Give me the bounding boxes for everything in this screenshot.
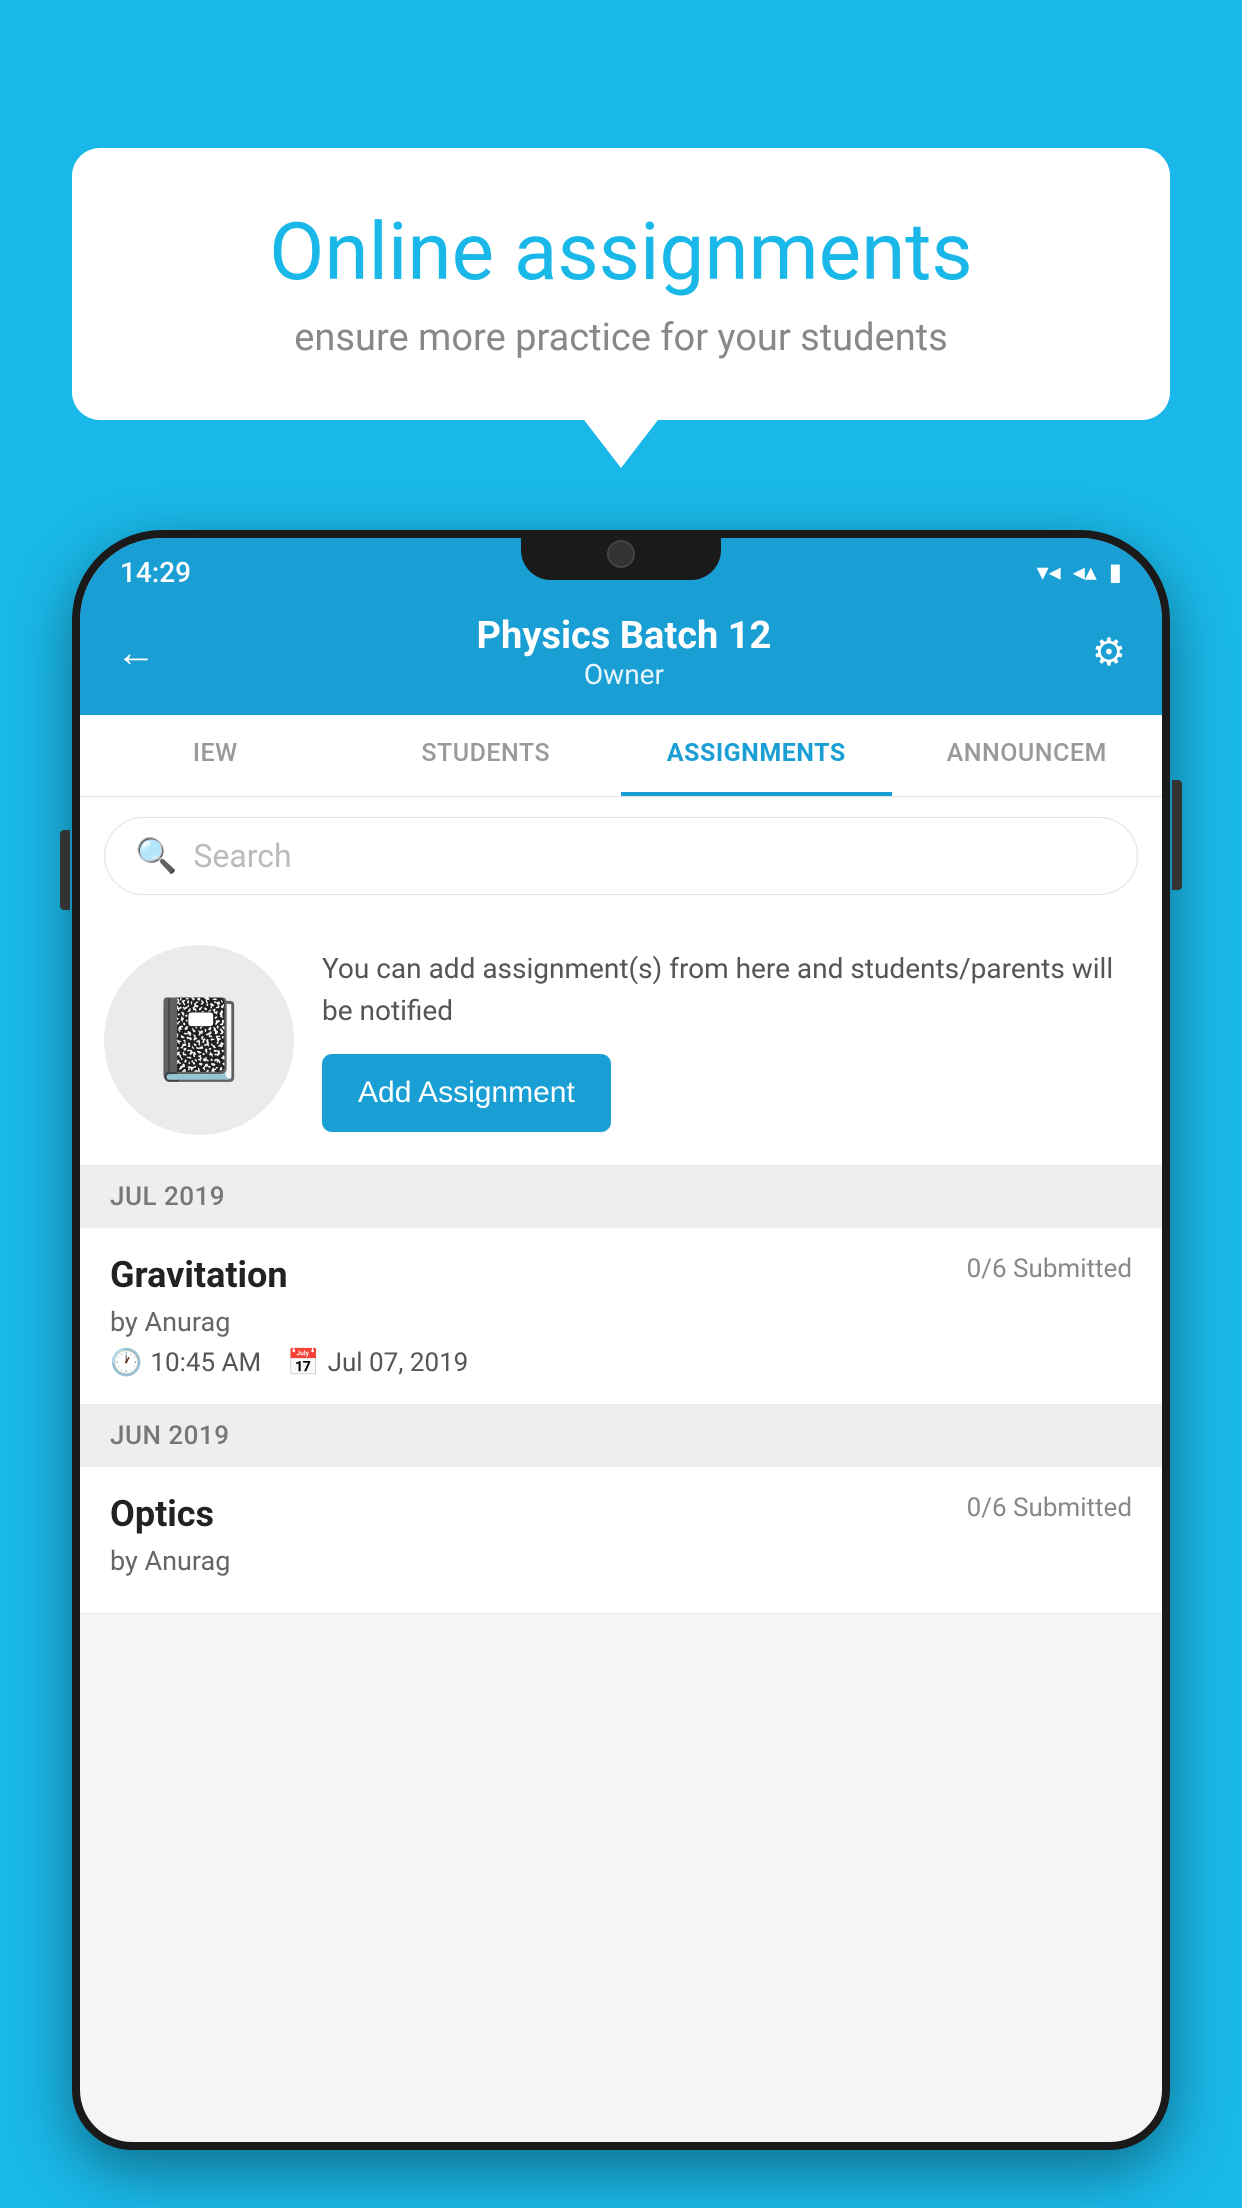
owner-label: Owner [477,658,772,691]
assignment-top-optics: Optics 0/6 Submitted [110,1493,1132,1535]
meta-date-gravitation: 📅 Jul 07, 2019 [287,1348,468,1378]
notebook-icon: 📓 [149,993,249,1087]
add-assignment-button[interactable]: Add Assignment [322,1054,611,1132]
assignment-submitted-optics: 0/6 Submitted [967,1493,1132,1523]
info-card-content: You can add assignment(s) from here and … [322,948,1132,1132]
section-header-jun: JUN 2019 [80,1405,1162,1467]
search-icon: 🔍 [135,836,177,876]
search-placeholder-text: Search [193,837,291,875]
assignment-submitted-gravitation: 0/6 Submitted [967,1254,1132,1284]
clock-icon: 🕐 [110,1348,142,1378]
phone-camera [607,540,635,568]
signal-icon: ◂▴ [1073,558,1097,586]
power-button-right [1172,780,1182,890]
assignment-by-optics: by Anurag [110,1545,1132,1577]
phone-screen: 14:29 ▾◂ ◂▴ ▮ ← Physics Batch 12 Owner ⚙… [80,538,1162,2142]
back-button[interactable]: ← [116,629,156,676]
assignment-name-gravitation: Gravitation [110,1254,288,1296]
assignment-by-gravitation: by Anurag [110,1306,1132,1338]
phone-frame: 14:29 ▾◂ ◂▴ ▮ ← Physics Batch 12 Owner ⚙… [72,530,1170,2208]
assignment-top: Gravitation 0/6 Submitted [110,1254,1132,1296]
assignment-meta-gravitation: 🕐 10:45 AM 📅 Jul 07, 2019 [110,1348,1132,1378]
status-time: 14:29 [120,556,191,589]
phone-outer: 14:29 ▾◂ ◂▴ ▮ ← Physics Batch 12 Owner ⚙… [72,530,1170,2150]
search-container: 🔍 Search [80,797,1162,915]
status-icons: ▾◂ ◂▴ ▮ [1037,558,1122,586]
notebook-icon-wrap: 📓 [104,945,294,1135]
speech-bubble-container: Online assignments ensure more practice … [72,148,1170,420]
calendar-icon: 📅 [287,1348,319,1378]
speech-bubble-subtitle: ensure more practice for your students [142,316,1100,360]
volume-button-left [60,830,70,910]
wifi-icon: ▾◂ [1037,558,1061,586]
tab-assignments[interactable]: ASSIGNMENTS [621,715,892,796]
tabs-container: IEW STUDENTS ASSIGNMENTS ANNOUNCEM [80,715,1162,797]
assignment-item-gravitation[interactable]: Gravitation 0/6 Submitted by Anurag 🕐 10… [80,1228,1162,1405]
tab-announcements[interactable]: ANNOUNCEM [892,715,1163,796]
batch-title: Physics Batch 12 [477,614,772,658]
assignment-item-optics[interactable]: Optics 0/6 Submitted by Anurag [80,1467,1162,1614]
info-card: 📓 You can add assignment(s) from here an… [80,915,1162,1166]
phone-notch [521,530,721,580]
speech-bubble: Online assignments ensure more practice … [72,148,1170,420]
tab-students[interactable]: STUDENTS [351,715,622,796]
section-month-jun: JUN 2019 [110,1421,229,1451]
assignment-time-gravitation: 10:45 AM [150,1348,261,1378]
assignment-name-optics: Optics [110,1493,214,1535]
header-center: Physics Batch 12 Owner [477,614,772,691]
speech-bubble-title: Online assignments [142,208,1100,296]
battery-icon: ▮ [1109,558,1122,586]
info-card-text: You can add assignment(s) from here and … [322,948,1132,1032]
assignment-date-gravitation: Jul 07, 2019 [328,1348,469,1378]
tab-iew[interactable]: IEW [80,715,351,796]
search-bar[interactable]: 🔍 Search [104,817,1138,895]
section-month-jul: JUL 2019 [110,1182,225,1212]
section-header-jul: JUL 2019 [80,1166,1162,1228]
app-header: ← Physics Batch 12 Owner ⚙ [80,594,1162,715]
meta-time-gravitation: 🕐 10:45 AM [110,1348,261,1378]
settings-button[interactable]: ⚙ [1092,630,1126,675]
